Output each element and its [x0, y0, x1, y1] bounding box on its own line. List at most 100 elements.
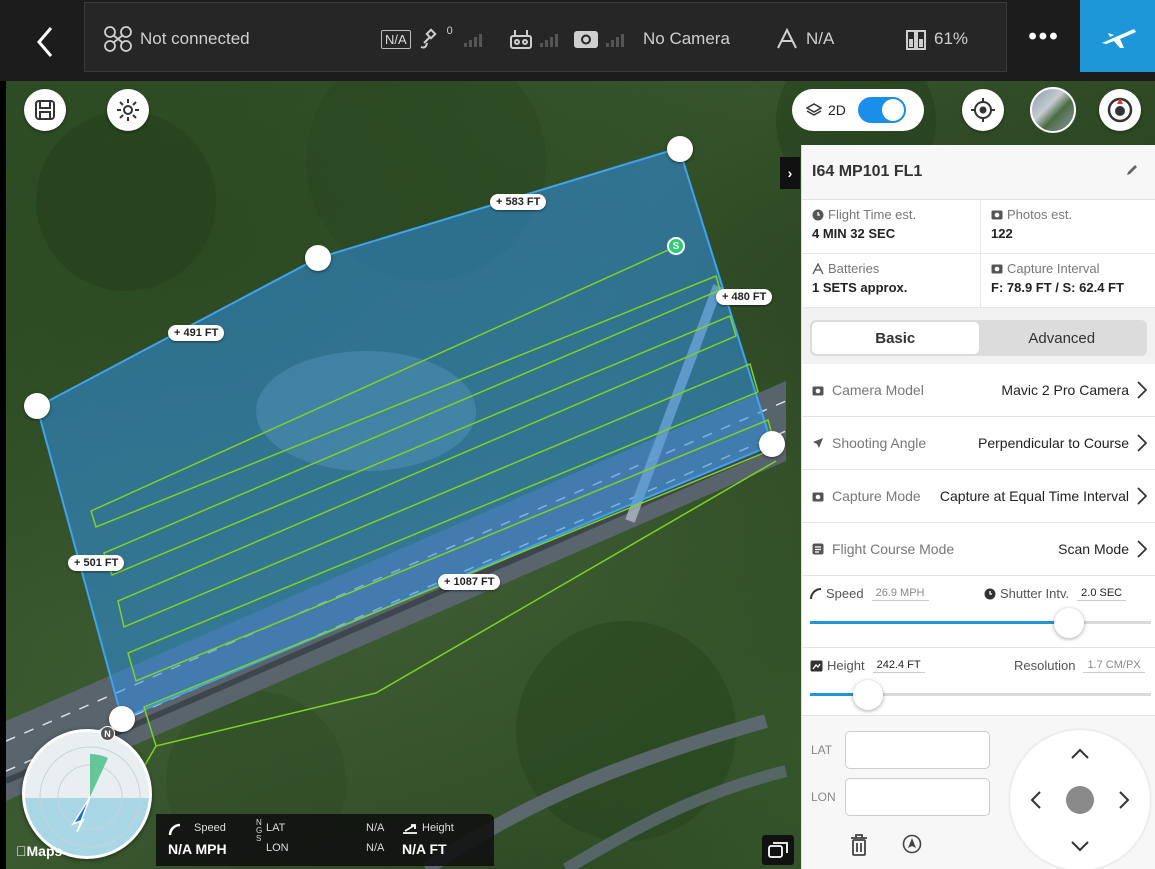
distance-value: 480 FT — [731, 291, 767, 303]
chevron-down-icon[interactable] — [1070, 840, 1090, 852]
attribution-label: Maps — [16, 843, 63, 859]
distance-value: 583 FT — [505, 196, 541, 208]
mission-settings-button[interactable] — [107, 89, 149, 131]
edge-distance-label[interactable]: + 480 FT — [716, 289, 773, 305]
tab-basic[interactable]: Basic — [812, 322, 979, 354]
save-icon — [35, 100, 55, 120]
signal-bars-icon — [540, 34, 558, 47]
signal-bars-icon — [606, 34, 624, 47]
takeoff-button[interactable] — [1080, 0, 1155, 72]
connection-status[interactable]: Not connected — [103, 25, 250, 53]
distance-value: 1087 FT — [453, 576, 495, 588]
shutter-interval-label: Shutter Intv. — [1000, 586, 1070, 601]
mission-header: I64 MP101 FL1 — [802, 145, 1155, 200]
distance-value: 491 FT — [183, 327, 219, 339]
height-label: Height — [827, 658, 865, 673]
polygon-vertex-handle[interactable] — [305, 245, 331, 271]
stat-label: Capture Interval — [1007, 261, 1100, 276]
battery-icon — [812, 262, 824, 274]
height-value[interactable]: 242.4 FT — [872, 658, 925, 673]
top-bar: Not connected N/A 0 No Camera N/A 61% ••… — [0, 0, 1155, 81]
camera-icon — [574, 31, 598, 48]
status-bar: Not connected N/A 0 No Camera N/A 61% — [84, 2, 1007, 72]
rth-value: N/A — [806, 29, 835, 48]
more-button[interactable]: ••• — [1008, 2, 1080, 72]
airplane-icon — [1101, 29, 1136, 48]
lat-input[interactable] — [845, 731, 990, 769]
start-point-marker[interactable]: S — [667, 237, 685, 255]
chevron-right-icon[interactable] — [1118, 790, 1130, 810]
connection-label: Not connected — [140, 29, 250, 48]
lat-label: LAT — [811, 743, 833, 757]
chevron-left-icon — [37, 27, 53, 57]
telemetry-strip: Speed N/A MPH N G S LAT LON N/A N/A Heig… — [156, 814, 494, 866]
back-button[interactable] — [22, 20, 68, 64]
crosshair-icon — [971, 98, 995, 122]
battery-icon — [906, 30, 926, 50]
edge-distance-label[interactable]: + 501 FT — [68, 555, 125, 571]
gear-icon — [117, 99, 139, 121]
chevron-up-icon[interactable] — [1070, 748, 1090, 760]
height-slider-knob[interactable] — [852, 680, 883, 710]
camera-icon — [991, 264, 1003, 274]
mission-name: I64 MP101 FL1 — [812, 163, 923, 180]
row-label: Capture Mode — [832, 488, 921, 504]
stat-value: 1 SETS approx. — [812, 280, 908, 295]
speed-slider-knob[interactable] — [1054, 608, 1085, 638]
map-mode-toggle[interactable]: 2D — [792, 89, 924, 131]
clock-icon — [812, 209, 824, 220]
chevron-right-icon — [1137, 487, 1147, 505]
camera-status: No Camera — [573, 25, 730, 53]
shooting-angle-row[interactable]: Shooting Angle Perpendicular to Course — [802, 417, 1155, 470]
resolution-label: Resolution — [1014, 658, 1076, 673]
tab-advanced[interactable]: Advanced — [979, 322, 1146, 354]
panel-collapse-button[interactable]: › — [780, 157, 800, 189]
height-icon — [810, 660, 823, 671]
camera-icon — [812, 386, 824, 395]
remote-signal — [509, 25, 562, 53]
telemetry-height-value: N/A FT — [402, 841, 447, 857]
capture-mode-row[interactable]: Capture Mode Capture at Equal Time Inter… — [802, 470, 1155, 523]
battery-status: 61% — [905, 25, 968, 53]
telemetry-lon-value: N/A — [366, 842, 385, 854]
stat-label: Flight Time est. — [828, 207, 917, 222]
save-mission-button[interactable] — [24, 89, 66, 131]
map-layer-button[interactable] — [762, 835, 794, 865]
edge-distance-label[interactable]: + 583 FT — [490, 194, 547, 210]
north-indicator: N — [100, 726, 115, 741]
flight-course-mode-row[interactable]: Flight Course Mode Scan Mode — [802, 523, 1155, 576]
waypoint-dpad — [1010, 730, 1150, 869]
edge-distance-label[interactable]: + 1087 FT — [438, 574, 501, 590]
trash-icon[interactable] — [850, 834, 868, 856]
course-icon — [812, 543, 824, 555]
polygon-vertex-handle[interactable] — [759, 431, 785, 457]
shutter-interval-value[interactable]: 2.0 SEC — [1077, 586, 1127, 601]
speed-value[interactable]: 26.9 MPH — [871, 586, 929, 601]
chevron-right-icon — [1137, 434, 1147, 452]
gps-letters: N G S — [256, 818, 263, 843]
dpad-center-button[interactable] — [1066, 786, 1094, 814]
direction-arrow-icon — [813, 438, 823, 448]
polygon-vertex-handle[interactable] — [24, 393, 50, 419]
stat-capture-interval: Capture Interval F: 78.9 FT / S: 62.4 FT — [981, 254, 1155, 308]
row-value: Scan Mode — [1058, 541, 1129, 557]
row-value: Capture at Equal Time Interval — [939, 488, 1129, 504]
camera-model-row[interactable]: Camera Model Mavic 2 Pro Camera — [802, 364, 1155, 417]
resolution-value[interactable]: 1.7 CM/PX — [1083, 658, 1145, 673]
compass-lock-button[interactable] — [1099, 89, 1141, 131]
drone-icon — [104, 26, 132, 52]
chevron-right-icon — [1137, 381, 1147, 399]
navigate-icon[interactable] — [902, 834, 922, 854]
polygon-vertex-handle[interactable] — [667, 136, 693, 162]
speed-slider-track[interactable] — [810, 621, 1151, 624]
lon-input[interactable] — [845, 778, 990, 816]
stat-label: Batteries — [828, 261, 880, 276]
map-style-thumbnail[interactable] — [1030, 87, 1076, 133]
locate-button[interactable] — [962, 89, 1004, 131]
edge-distance-label[interactable]: + 491 FT — [168, 325, 225, 341]
telemetry-height-label: Height — [422, 822, 454, 834]
speed-slider-row: Speed 26.9 MPH Shutter Intv. 2.0 SEC — [802, 576, 1155, 648]
chevron-left-icon[interactable] — [1030, 790, 1042, 810]
edit-icon[interactable] — [1125, 163, 1139, 177]
map-mode-switch[interactable] — [857, 97, 906, 123]
